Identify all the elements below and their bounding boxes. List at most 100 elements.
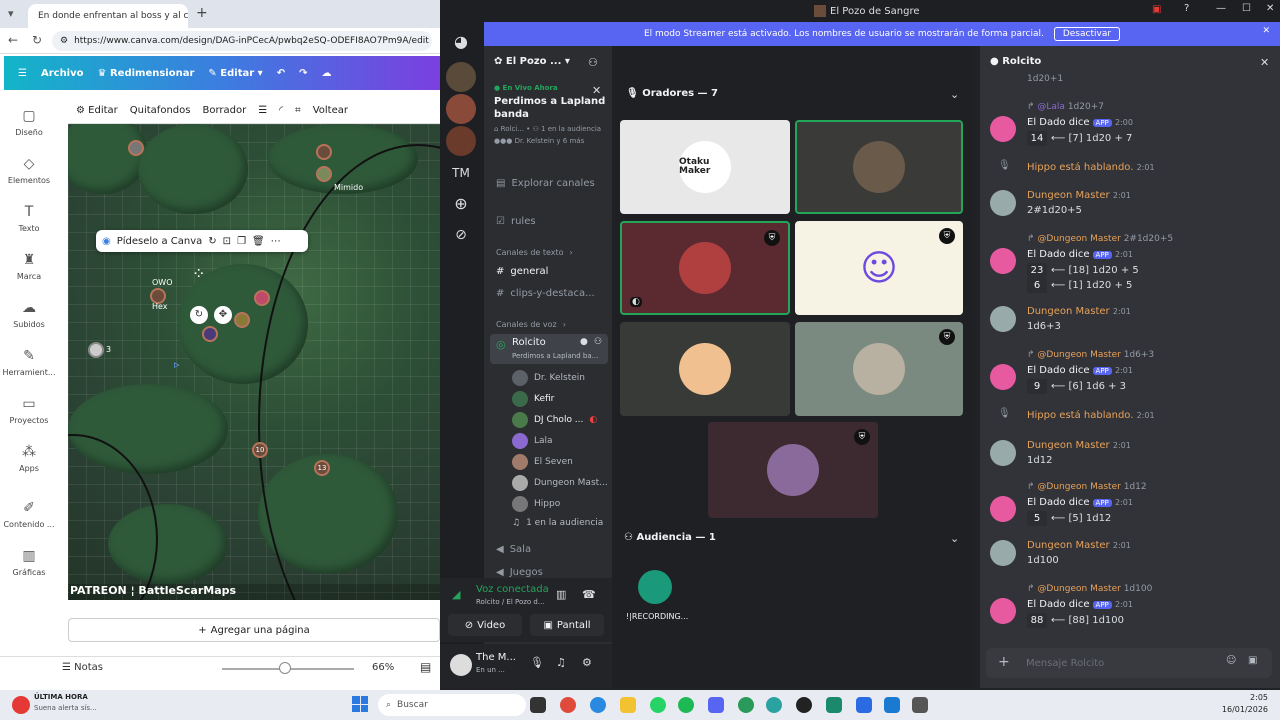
dismiss-banner-icon[interactable]: ✕: [1262, 26, 1270, 36]
app-icon[interactable]: [826, 697, 842, 713]
gif-icon[interactable]: ▣: [1248, 655, 1257, 666]
voice-user[interactable]: Dungeon Mast...: [512, 475, 608, 491]
token-10[interactable]: 10: [252, 442, 268, 458]
token[interactable]: [202, 326, 218, 342]
lock-icon[interactable]: ⊡: [223, 236, 231, 247]
speaker-tile[interactable]: ☺ ⛨: [795, 221, 963, 315]
text-channels-header[interactable]: Canales de texto ›: [484, 248, 612, 257]
close-window-icon[interactable]: ✕: [1266, 3, 1274, 14]
redo-icon[interactable]: ↷: [299, 68, 307, 79]
author-name[interactable]: Dungeon Master: [1027, 440, 1110, 451]
rail-graficas[interactable]: ▥ Gráficas: [0, 548, 58, 577]
edit-image-button[interactable]: ⚙ Editar: [76, 105, 118, 116]
author-name[interactable]: El Dado dice: [1027, 599, 1090, 610]
new-tab-icon[interactable]: +: [196, 5, 208, 21]
chat-bubble-icon[interactable]: ●: [580, 337, 588, 347]
voice-channels-header[interactable]: Canales de voz ›: [484, 320, 612, 329]
author-name[interactable]: Dungeon Master: [1027, 190, 1110, 201]
rotate-handle-icon[interactable]: ↻: [190, 306, 208, 324]
whatsapp-icon[interactable]: [650, 697, 666, 713]
regenerate-icon[interactable]: ↻: [208, 236, 216, 247]
back-icon[interactable]: ←: [8, 33, 18, 47]
attach-plus-icon[interactable]: +: [998, 654, 1010, 670]
tab-list-icon[interactable]: ▾: [8, 7, 14, 20]
rail-marca[interactable]: ♜ Marca: [0, 252, 58, 281]
discover-icon[interactable]: ⊘: [446, 220, 476, 250]
clock-time[interactable]: 2:05: [1222, 693, 1268, 702]
token[interactable]: [254, 290, 270, 306]
speaker-tile[interactable]: ⛨: [795, 322, 963, 416]
rail-herramientas[interactable]: ✎ Herramient...: [0, 348, 58, 377]
battle-map[interactable]: Mimido OWO Hex 3 10 13 ↻ ✥ ⁘ ▹: [68, 124, 440, 600]
app-icon[interactable]: [884, 697, 900, 713]
disconnect-icon[interactable]: ☎: [582, 588, 596, 601]
voice-user[interactable]: Dr. Kelstein: [512, 370, 585, 386]
voice-user[interactable]: DJ Cholo ... ◐: [512, 412, 597, 428]
author-name[interactable]: Dungeon Master: [1027, 540, 1110, 551]
maximize-icon[interactable]: ☐: [1242, 3, 1251, 14]
file-explorer-icon[interactable]: [620, 697, 636, 713]
voice-channel-rolcito[interactable]: ◎ Rolcito Perdimos a Lapland ba... ● ⚇: [490, 334, 608, 364]
video-button[interactable]: ⊘ Video: [448, 614, 522, 636]
channel-general[interactable]: # general: [484, 266, 612, 277]
rail-proyectos[interactable]: ▭ Proyectos: [0, 396, 58, 425]
app-icon[interactable]: [856, 697, 872, 713]
app-icon[interactable]: [766, 697, 782, 713]
corner-icon[interactable]: ◜: [279, 105, 283, 116]
speaker-tile[interactable]: ⛨ ◐: [620, 221, 790, 315]
collapse-speakers-icon[interactable]: ⌄: [950, 88, 959, 101]
menu-icon[interactable]: ☰: [18, 68, 27, 79]
spotify-icon[interactable]: [678, 697, 694, 713]
rail-elementos[interactable]: ◇ Elementos: [0, 156, 58, 185]
audience-header[interactable]: ⚇ Audiencia — 1: [624, 532, 716, 543]
chrome-icon[interactable]: [560, 697, 576, 713]
voice-user[interactable]: Lala: [512, 433, 553, 449]
screen-share-button[interactable]: ▣ Pantall: [530, 614, 604, 636]
token-13[interactable]: 13: [314, 460, 330, 476]
token[interactable]: [88, 342, 104, 358]
eraser-button[interactable]: Borrador: [202, 105, 246, 116]
app-icon[interactable]: [912, 697, 928, 713]
more-icon[interactable]: ⋯: [271, 236, 281, 247]
group-handle-icon[interactable]: ⁘: [192, 264, 214, 286]
noise-icon[interactable]: ▥: [556, 588, 566, 601]
server-avatar[interactable]: [446, 126, 476, 156]
move-handle-icon[interactable]: ✥: [214, 306, 232, 324]
speaker-tile-otaku[interactable]: Otaku Maker: [620, 120, 790, 214]
task-view-icon[interactable]: [530, 697, 546, 713]
author-name[interactable]: El Dado dice: [1027, 249, 1090, 260]
speaker-tile[interactable]: [795, 120, 963, 214]
channel-clips[interactable]: # clips-y-destaca...: [484, 288, 612, 299]
token[interactable]: [128, 140, 144, 156]
undo-icon[interactable]: ↶: [277, 68, 285, 79]
invite-icon[interactable]: ⚇: [588, 56, 598, 69]
mic-icon[interactable]: 🎙: [530, 656, 544, 669]
message-input[interactable]: + Mensaje Rolcito ☺ ▣: [986, 648, 1272, 678]
headset-icon[interactable]: ♫: [556, 656, 566, 669]
user-avatar[interactable]: [450, 654, 472, 676]
discord-home-icon[interactable]: ◕: [446, 26, 476, 56]
site-info-icon[interactable]: ⚙: [60, 36, 68, 46]
voice-user[interactable]: Kefir: [512, 391, 554, 407]
author-name[interactable]: El Dado dice: [1027, 365, 1090, 376]
rail-texto[interactable]: T Texto: [0, 204, 58, 233]
token[interactable]: [234, 312, 250, 328]
author-name[interactable]: Dungeon Master: [1027, 306, 1110, 317]
cloud-save-icon[interactable]: ☁: [321, 68, 331, 79]
notes-button[interactable]: ☰ Notas: [62, 662, 103, 673]
news-widget-icon[interactable]: [12, 696, 30, 714]
browser-tab[interactable]: En donde enfrentan al boss y al c ✕: [28, 4, 188, 28]
server-avatar[interactable]: [446, 62, 476, 92]
rail-diseno[interactable]: ▢ Diseño: [0, 108, 58, 137]
explore-channels[interactable]: ▤ Explorar canales: [484, 178, 612, 189]
start-icon[interactable]: [352, 696, 368, 712]
discord-taskbar-icon[interactable]: [708, 697, 724, 713]
rail-apps[interactable]: ⁂ Apps: [0, 444, 58, 473]
live-event-card[interactable]: ● En Vivo Ahora Perdimos a Lapland banda…: [494, 84, 606, 145]
voice-user[interactable]: El Seven: [512, 454, 573, 470]
close-live-card-icon[interactable]: ✕: [592, 84, 601, 97]
channel-juegos[interactable]: ◀ Juegos: [484, 567, 612, 578]
author-name[interactable]: El Dado dice: [1027, 497, 1090, 508]
menu-redimensionar[interactable]: ♛ Redimensionar: [98, 68, 195, 79]
edge-icon[interactable]: [590, 697, 606, 713]
